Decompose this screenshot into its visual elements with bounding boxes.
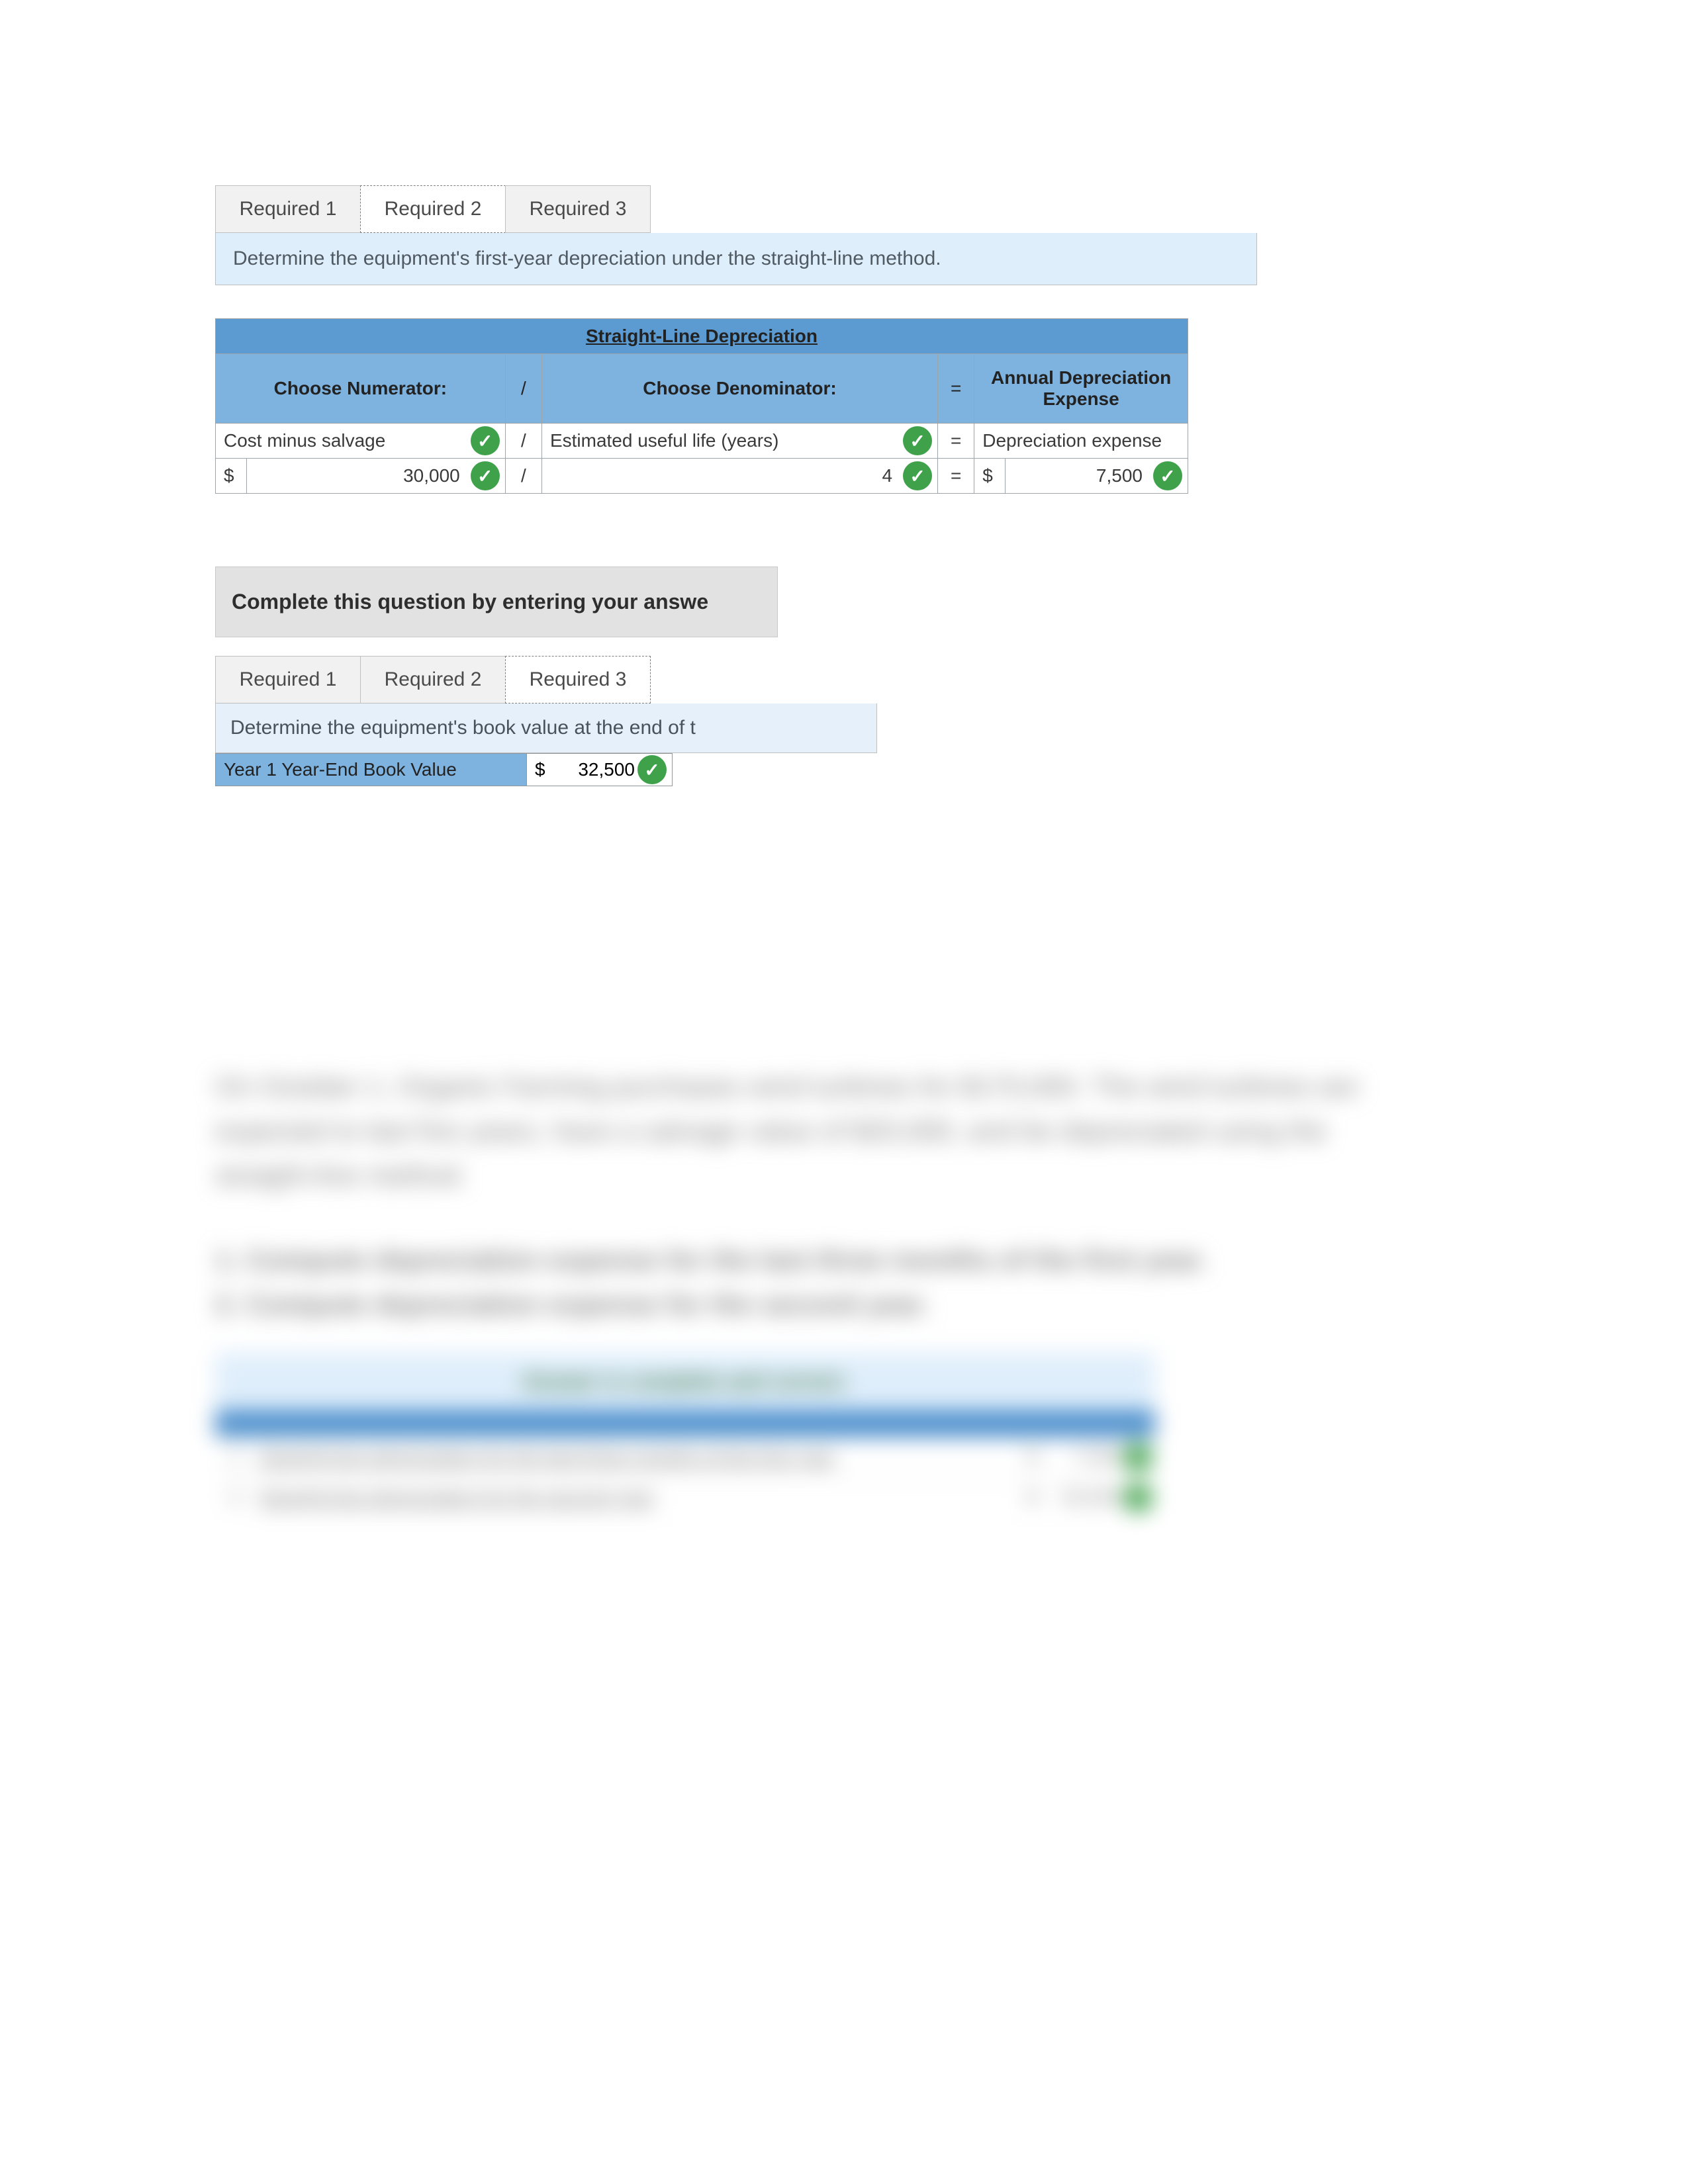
check-icon bbox=[637, 755, 667, 784]
instruction-section2: Determine the equipment's book value at … bbox=[215, 704, 877, 753]
book-value-amount: 32,500 bbox=[578, 759, 635, 780]
complete-banner: Complete this question by entering your … bbox=[215, 567, 778, 637]
row2-denominator[interactable]: 4 bbox=[541, 459, 937, 494]
blurred-row2-num: 2 bbox=[215, 1478, 255, 1518]
blurred-row1-value: 7,500 bbox=[1072, 1446, 1122, 1468]
tabs-section2: Required 1 Required 2 Required 3 bbox=[215, 656, 1473, 704]
row1-divide: / bbox=[505, 424, 541, 459]
row1-numerator-text: Cost minus salvage bbox=[224, 430, 497, 451]
check-icon bbox=[903, 426, 932, 455]
header-divide: / bbox=[505, 354, 541, 424]
depreciation-table: Straight-Line Depreciation Choose Numera… bbox=[215, 318, 1188, 494]
row1-denominator[interactable]: Estimated useful life (years) bbox=[541, 424, 937, 459]
tab-required-1[interactable]: Required 1 bbox=[215, 185, 361, 233]
row2-numerator-value: 30,000 bbox=[255, 465, 497, 486]
blurred-row-2: 2 Straight-line depreciation for the sec… bbox=[215, 1477, 1155, 1518]
instruction-section1: Determine the equipment's first-year dep… bbox=[215, 233, 1257, 285]
header-equals: = bbox=[938, 354, 974, 424]
book-value-dollar: $ bbox=[535, 759, 545, 780]
check-icon bbox=[471, 426, 500, 455]
blurred-paragraph: On October 1, Organic Farming purchases … bbox=[215, 1064, 1393, 1198]
header-numerator: Choose Numerator: bbox=[216, 354, 506, 424]
blurred-content: On October 1, Organic Farming purchases … bbox=[215, 1064, 1393, 1518]
blurred-row1-value-cell: 7,500 bbox=[1049, 1437, 1155, 1477]
blurred-row2-value: 30,000 bbox=[1061, 1486, 1122, 1508]
tab2-required-1[interactable]: Required 1 bbox=[215, 656, 361, 704]
book-value-table: Year 1 Year-End Book Value $ 32,500 bbox=[215, 753, 673, 786]
check-icon bbox=[903, 461, 932, 490]
blurred-row2-text: Straight-line depreciation for the secon… bbox=[255, 1478, 1016, 1518]
blurred-row1-num: 1 bbox=[215, 1437, 255, 1477]
row2-result-dollar: $ bbox=[974, 459, 1006, 494]
tab-required-2[interactable]: Required 2 bbox=[360, 185, 506, 233]
blurred-row2-dollar: $ bbox=[1016, 1478, 1049, 1518]
tab2-required-2[interactable]: Required 2 bbox=[360, 656, 506, 704]
check-icon bbox=[1153, 461, 1182, 490]
blurred-row1-text: Straight-line depreciation for the last … bbox=[255, 1437, 1016, 1477]
book-value-label: Year 1 Year-End Book Value bbox=[216, 754, 527, 786]
header-result: Annual Depreciation Expense bbox=[974, 354, 1188, 424]
blurred-banner: Answer is complete and correct. bbox=[215, 1353, 1155, 1410]
page-content: Required 1 Required 2 Required 3 Determi… bbox=[215, 185, 1473, 1518]
row2-result: 7,500 bbox=[1005, 459, 1188, 494]
row1-equals: = bbox=[938, 424, 974, 459]
blurred-row-1: 1 Straight-line depreciation for the las… bbox=[215, 1437, 1155, 1477]
row2-divide: / bbox=[505, 459, 541, 494]
blurred-q2: 2. Compute depreciation expense for the … bbox=[215, 1282, 1393, 1326]
blurred-answer-box: Answer is complete and correct. 1 Straig… bbox=[215, 1353, 1155, 1518]
blurred-header-row bbox=[215, 1410, 1155, 1437]
row2-equals: = bbox=[938, 459, 974, 494]
row2-numerator[interactable]: 30,000 bbox=[246, 459, 505, 494]
header-denominator: Choose Denominator: bbox=[541, 354, 937, 424]
blurred-q1: 1. Compute depreciation expense for the … bbox=[215, 1238, 1393, 1282]
table-title: Straight-Line Depreciation bbox=[216, 319, 1188, 354]
section2: Complete this question by entering your … bbox=[215, 567, 1473, 786]
tab2-required-3[interactable]: Required 3 bbox=[505, 656, 651, 704]
row2-dollar: $ bbox=[216, 459, 247, 494]
row1-result: Depreciation expense bbox=[974, 424, 1188, 459]
blurred-row2-value-cell: 30,000 bbox=[1049, 1478, 1155, 1518]
tabs-section1: Required 1 Required 2 Required 3 bbox=[215, 185, 1473, 233]
row1-numerator[interactable]: Cost minus salvage bbox=[216, 424, 506, 459]
check-icon bbox=[1123, 1483, 1152, 1512]
row2-denominator-value: 4 bbox=[550, 465, 929, 486]
check-icon bbox=[471, 461, 500, 490]
blurred-row1-dollar: $ bbox=[1016, 1437, 1049, 1477]
book-value-cell[interactable]: $ 32,500 bbox=[527, 754, 673, 786]
row1-denominator-text: Estimated useful life (years) bbox=[550, 430, 929, 451]
check-icon bbox=[1123, 1443, 1152, 1472]
tab-required-3[interactable]: Required 3 bbox=[505, 185, 651, 233]
